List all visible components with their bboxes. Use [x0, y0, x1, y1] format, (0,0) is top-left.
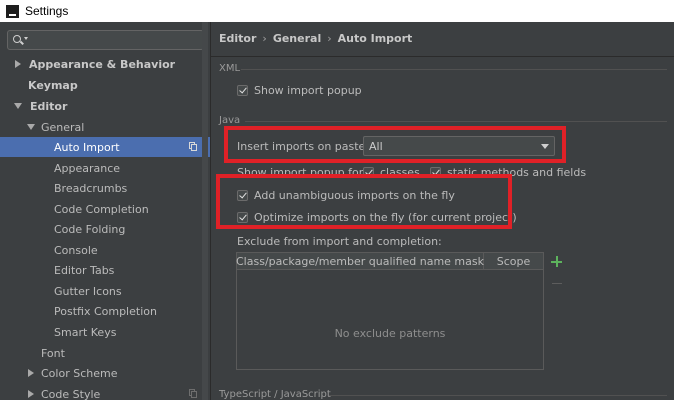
show-import-popup-label: Show import popup [254, 84, 362, 97]
section-label-java: Java [219, 115, 241, 126]
sidebar-item-code-completion[interactable]: Code Completion [0, 199, 210, 219]
search-icon[interactable] [13, 34, 28, 46]
sidebar-item-label: Postfix Completion [54, 304, 157, 318]
sidebar-item-label: Appearance & Behavior [29, 57, 176, 71]
project-copy-icon [189, 389, 197, 398]
section-divider [245, 121, 667, 122]
sidebar-item-label: Auto Import [54, 140, 120, 154]
section-divider [329, 395, 667, 396]
sidebar-item-label: Color Scheme [41, 366, 118, 380]
sidebar-scrollbar[interactable] [202, 22, 208, 400]
breadcrumb-separator: › [327, 32, 332, 45]
sidebar-item-label: Gutter Icons [54, 284, 122, 298]
sidebar-item-keymap[interactable]: Keymap [0, 75, 210, 95]
sidebar-item-smart-keys[interactable]: Smart Keys [0, 322, 210, 342]
project-copy-icon [189, 142, 197, 151]
settings-search-input[interactable] [7, 30, 204, 50]
show-import-popup-checkbox-row[interactable]: Show import popup [237, 84, 362, 97]
sidebar-item-code-style[interactable]: Code Style [0, 384, 210, 400]
sidebar-item-appearance[interactable]: Appearance [0, 158, 210, 178]
header-divider [211, 56, 674, 57]
sidebar-item-font[interactable]: Font [0, 343, 210, 363]
expand-arrow-icon[interactable] [28, 390, 34, 398]
collapse-arrow-icon[interactable] [14, 103, 22, 109]
empty-table-message: No exclude patterns [334, 327, 446, 340]
sidebar-item-label: Breadcrumbs [54, 181, 128, 195]
exclude-label: Exclude from import and completion: [237, 235, 442, 248]
section-label-xml: XML [219, 63, 241, 74]
sidebar-item-label: General [41, 120, 85, 134]
breadcrumb: Editor › General › Auto Import [219, 32, 412, 45]
sidebar-item-gutter-icons[interactable]: Gutter Icons [0, 281, 210, 301]
show-import-popup-checkbox[interactable] [237, 85, 248, 96]
sidebar-item-general[interactable]: General [0, 117, 210, 137]
sidebar-item-label: Keymap [28, 78, 78, 92]
sidebar-item-label: Code Style [41, 387, 101, 400]
sidebar-item-editor[interactable]: Editor [0, 96, 210, 116]
auto-import-panel: Editor › General › Auto Import XML Show … [211, 22, 674, 400]
breadcrumb-editor: Editor [219, 32, 257, 45]
title-bar: Settings [0, 0, 674, 22]
expand-arrow-icon[interactable] [15, 60, 21, 68]
section-label-typescript: TypeScript / JavaScript [219, 389, 331, 400]
sidebar-item-appearance-behavior[interactable]: Appearance & Behavior [0, 54, 210, 74]
sidebar-item-console[interactable]: Console [0, 240, 210, 260]
collapse-arrow-icon[interactable] [27, 124, 35, 130]
sidebar-item-editor-tabs[interactable]: Editor Tabs [0, 260, 210, 280]
section-divider [241, 69, 667, 70]
breadcrumb-auto-import: Auto Import [337, 32, 413, 45]
column-header-scope[interactable]: Scope [484, 253, 543, 269]
sidebar-item-label: Font [41, 346, 65, 360]
sidebar-item-code-folding[interactable]: Code Folding [0, 219, 210, 239]
sidebar-item-label: Code Completion [54, 202, 149, 216]
expand-arrow-icon[interactable] [28, 369, 34, 377]
remove-icon[interactable] [552, 283, 562, 284]
sidebar-item-breadcrumbs[interactable]: Breadcrumbs [0, 178, 210, 198]
add-icon[interactable] [551, 256, 562, 267]
highlight-box-on-the-fly [216, 174, 512, 229]
sidebar-item-label: Code Folding [54, 222, 126, 236]
intellij-app-icon [6, 4, 19, 18]
sidebar-item-postfix-completion[interactable]: Postfix Completion [0, 301, 210, 321]
sidebar-item-label: Editor [30, 99, 68, 113]
sidebar-item-color-scheme[interactable]: Color Scheme [0, 363, 210, 383]
window-title: Settings [25, 4, 69, 18]
sidebar-item-label: Console [54, 243, 98, 257]
settings-sidebar: Appearance & Behavior Keymap Editor Gene… [0, 22, 210, 400]
breadcrumb-general: General [272, 32, 322, 45]
sidebar-item-label: Editor Tabs [54, 263, 115, 277]
exclude-table[interactable]: Class/package/member qualified name mask… [236, 252, 544, 370]
highlight-box-insert-imports [224, 126, 566, 163]
exclude-table-header: Class/package/member qualified name mask… [236, 253, 543, 270]
breadcrumb-separator: › [262, 32, 267, 45]
sidebar-item-label: Appearance [54, 161, 121, 175]
sidebar-item-auto-import[interactable]: Auto Import [0, 137, 210, 157]
sidebar-item-label: Smart Keys [54, 325, 117, 339]
column-header-mask[interactable]: Class/package/member qualified name mask [236, 253, 484, 269]
